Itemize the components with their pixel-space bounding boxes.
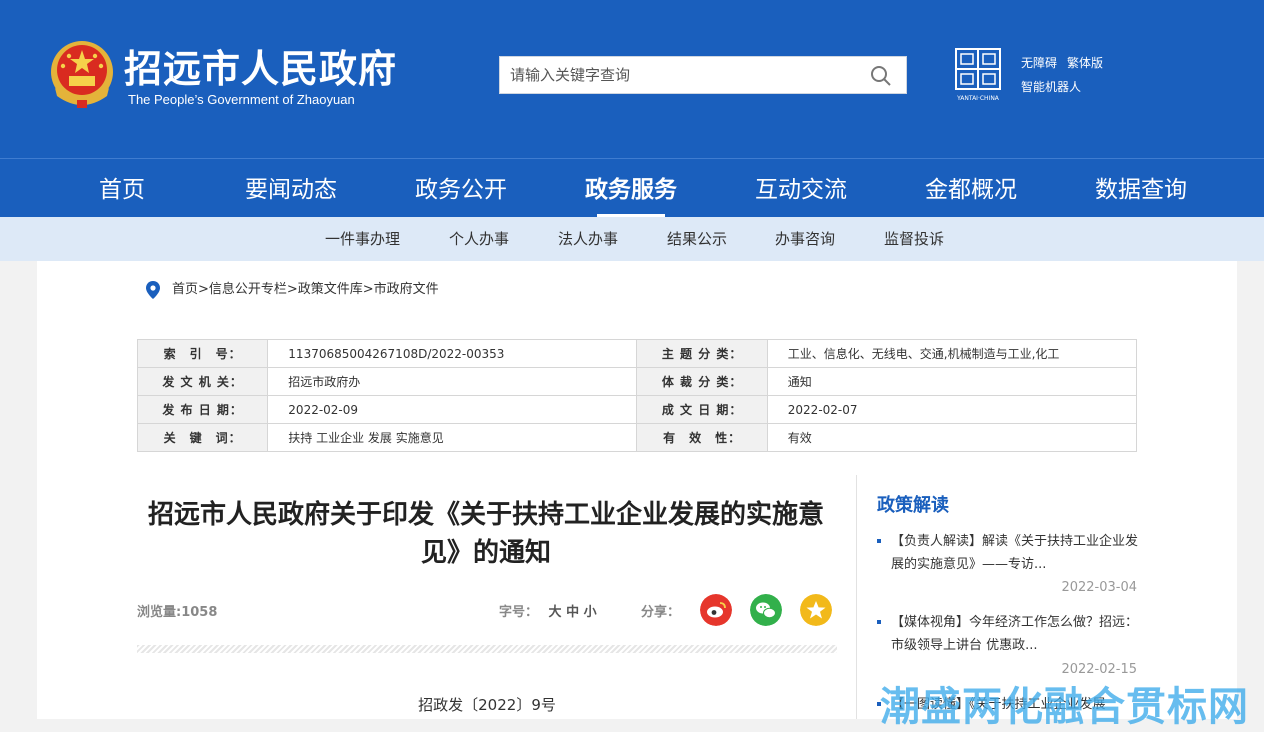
nav-item-news[interactable]: 要闻动态 xyxy=(221,159,361,217)
table-row: 索 引 号： 11370685004267108D/2022-00353 主 题… xyxy=(136,339,1138,368)
sidebar-divider xyxy=(856,475,857,719)
meta-label: 发 布 日 期： xyxy=(136,395,269,424)
qzone-share-icon[interactable] xyxy=(800,594,832,626)
search-box xyxy=(499,56,907,94)
nav-item-gov-services[interactable]: 政务服务 xyxy=(561,159,701,217)
bullet-icon xyxy=(877,620,881,624)
meta-value: 工业、信息化、无线电、交通,机械制造与工业,化工 xyxy=(766,339,1138,368)
meta-label: 主 题 分 类： xyxy=(636,339,768,368)
font-size-control: 字号： 大 中 小 xyxy=(499,601,597,620)
yantai-city-logo: YANTAI·CHINA xyxy=(955,48,1001,102)
meta-value: 有效 xyxy=(766,423,1138,452)
nav-item-data-query[interactable]: 数据查询 xyxy=(1071,159,1211,217)
list-item-title[interactable]: 【负责人解读】解读《关于扶持工业企业发展的实施意见》——专访... xyxy=(877,530,1139,576)
site-header: 招远市人民政府 The People’s Government of Zhaoy… xyxy=(0,0,1264,158)
font-size-label: 字号： xyxy=(499,605,539,620)
article-title: 招远市人民政府关于印发《关于扶持工业企业发展的实施意见》的通知 xyxy=(147,500,824,568)
nav-item-home[interactable]: 首页 xyxy=(52,159,192,217)
meta-value: 2022-02-07 xyxy=(766,395,1138,424)
meta-label: 索 引 号： xyxy=(136,339,269,368)
meta-value: 2022-02-09 xyxy=(267,395,638,424)
nav-item-gov-affairs-open[interactable]: 政务公开 xyxy=(391,159,531,217)
table-row: 发 文 机 关： 招远市政府办 体 裁 分 类： 通知 xyxy=(136,367,1138,396)
font-size-options[interactable]: 大 中 小 xyxy=(549,605,597,620)
share-label: 分享： xyxy=(641,605,681,620)
meta-label: 关 键 词： xyxy=(136,423,269,452)
yantai-logo-text: YANTAI·CHINA xyxy=(956,95,1000,102)
subnav-item-consult[interactable]: 办事咨询 xyxy=(775,217,835,261)
subnav-item-personal[interactable]: 个人办事 xyxy=(449,217,509,261)
bullet-icon xyxy=(877,539,881,543)
list-item[interactable]: 【媒体视角】今年经济工作怎么做？招远：市级领导上讲台 优惠政... xyxy=(877,611,1139,657)
location-pin-icon xyxy=(146,281,160,299)
subnav-item-complaint[interactable]: 监督投诉 xyxy=(884,217,944,261)
smart-robot-link[interactable]: 智能机器人 xyxy=(1021,78,1081,95)
watermark: 潮盛两化融合贯标网 xyxy=(880,684,1249,730)
accessibility-link[interactable]: 无障碍 xyxy=(1021,54,1057,71)
table-row: 关 键 词： 扶持 工业企业 发展 实施意见 有 效 性： 有效 xyxy=(136,423,1138,452)
breadcrumb[interactable]: 首页>信息公开专栏>政策文件库>市政府文件 xyxy=(172,281,439,299)
national-emblem-icon xyxy=(51,41,113,108)
meta-value: 招远市政府办 xyxy=(267,367,638,396)
list-item-title[interactable]: 【媒体视角】今年经济工作怎么做？招远：市级领导上讲台 优惠政... xyxy=(877,611,1139,657)
meta-value: 通知 xyxy=(766,367,1138,396)
main-nav: 首页 要闻动态 政务公开 政务服务 互动交流 金都概况 数据查询 xyxy=(0,158,1264,217)
search-icon[interactable] xyxy=(870,65,892,87)
list-item[interactable]: 【负责人解读】解读《关于扶持工业企业发展的实施意见》——专访... xyxy=(877,530,1139,576)
meta-label: 体 裁 分 类： xyxy=(636,367,768,396)
meta-label: 成 文 日 期： xyxy=(636,395,768,424)
document-number: 招政发〔2022〕9号 xyxy=(418,696,556,714)
list-item-date: 2022-03-04 xyxy=(1061,580,1137,595)
subnav-item-one-thing[interactable]: 一件事办理 xyxy=(325,217,400,261)
subnav-item-legal-person[interactable]: 法人办事 xyxy=(558,217,618,261)
weibo-share-icon[interactable] xyxy=(700,594,732,626)
site-subtitle: The People’s Government of Zhaoyuan xyxy=(128,92,355,107)
divider-hatch xyxy=(137,645,837,653)
traditional-chinese-link[interactable]: 繁体版 xyxy=(1067,54,1103,71)
policy-interpretation-heading: 政策解读 xyxy=(877,495,949,516)
meta-value: 11370685004267108D/2022-00353 xyxy=(267,339,638,368)
site-title[interactable]: 招远市人民政府 xyxy=(124,38,397,93)
view-count: 浏览量:1058 xyxy=(137,605,218,620)
meta-label: 发 文 机 关： xyxy=(136,367,269,396)
document-meta-table: 索 引 号： 11370685004267108D/2022-00353 主 题… xyxy=(136,339,1138,452)
meta-value: 扶持 工业企业 发展 实施意见 xyxy=(267,423,638,452)
nav-item-interaction[interactable]: 互动交流 xyxy=(731,159,871,217)
nav-item-city-overview[interactable]: 金都概况 xyxy=(901,159,1041,217)
sub-nav: 一件事办理 个人办事 法人办事 结果公示 办事咨询 监督投诉 xyxy=(0,217,1264,261)
subnav-item-results[interactable]: 结果公示 xyxy=(667,217,727,261)
meta-label: 有 效 性： xyxy=(636,423,768,452)
wechat-share-icon[interactable] xyxy=(750,594,782,626)
search-input[interactable] xyxy=(500,57,860,93)
table-row: 发 布 日 期： 2022-02-09 成 文 日 期： 2022-02-07 xyxy=(136,395,1138,424)
